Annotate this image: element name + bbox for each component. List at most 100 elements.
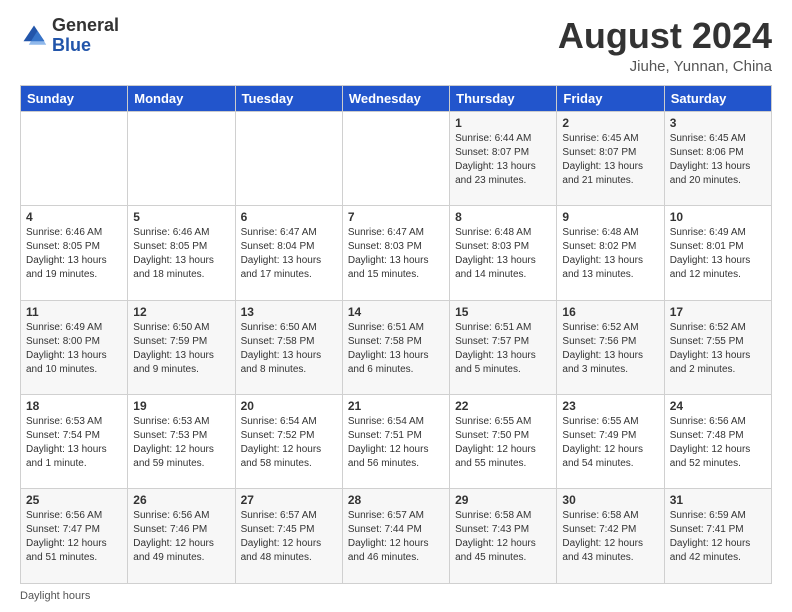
day-number: 3 bbox=[670, 116, 766, 130]
day-info: Sunrise: 6:56 AM Sunset: 7:47 PM Dayligh… bbox=[26, 509, 122, 565]
calendar-header-cell: Tuesday bbox=[235, 85, 342, 111]
day-number: 20 bbox=[241, 399, 337, 413]
day-number: 7 bbox=[348, 210, 444, 224]
day-info: Sunrise: 6:47 AM Sunset: 8:03 PM Dayligh… bbox=[348, 226, 444, 282]
day-number: 24 bbox=[670, 399, 766, 413]
day-number: 11 bbox=[26, 305, 122, 319]
logo-blue: Blue bbox=[52, 35, 91, 55]
day-number: 19 bbox=[133, 399, 229, 413]
day-number: 13 bbox=[241, 305, 337, 319]
calendar-day-cell: 23 Sunrise: 6:55 AM Sunset: 7:49 PM Dayli… bbox=[557, 395, 664, 489]
day-info: Sunrise: 6:50 AM Sunset: 7:58 PM Dayligh… bbox=[241, 321, 337, 377]
day-number: 28 bbox=[348, 493, 444, 507]
day-info: Sunrise: 6:45 AM Sunset: 8:06 PM Dayligh… bbox=[670, 132, 766, 188]
calendar-week-row: 1 Sunrise: 6:44 AM Sunset: 8:07 PM Daylig… bbox=[21, 111, 772, 205]
day-info: Sunrise: 6:52 AM Sunset: 7:55 PM Dayligh… bbox=[670, 321, 766, 377]
month-title: August 2024 bbox=[558, 16, 772, 56]
calendar-day-cell: 18Sunrise: 6:53 AM Sunset: 7:54 PM Dayli… bbox=[21, 395, 128, 489]
day-number: 21 bbox=[348, 399, 444, 413]
calendar-week-row: 4Sunrise: 6:46 AM Sunset: 8:05 PM Daylig… bbox=[21, 206, 772, 300]
calendar-day-cell: 5 Sunrise: 6:46 AM Sunset: 8:05 PM Daylig… bbox=[128, 206, 235, 300]
day-info: Sunrise: 6:47 AM Sunset: 8:04 PM Dayligh… bbox=[241, 226, 337, 282]
day-info: Sunrise: 6:46 AM Sunset: 8:05 PM Dayligh… bbox=[133, 226, 229, 282]
calendar-day-cell bbox=[128, 111, 235, 205]
day-info: Sunrise: 6:50 AM Sunset: 7:59 PM Dayligh… bbox=[133, 321, 229, 377]
calendar-day-cell: 16Sunrise: 6:52 AM Sunset: 7:56 PM Dayli… bbox=[557, 300, 664, 394]
calendar-day-cell: 20 Sunrise: 6:54 AM Sunset: 7:52 PM Dayli… bbox=[235, 395, 342, 489]
day-info: Sunrise: 6:57 AM Sunset: 7:45 PM Dayligh… bbox=[241, 509, 337, 565]
day-number: 10 bbox=[670, 210, 766, 224]
location: Jiuhe, Yunnan, China bbox=[558, 58, 772, 75]
calendar-day-cell: 17Sunrise: 6:52 AM Sunset: 7:55 PM Dayli… bbox=[664, 300, 771, 394]
day-info: Sunrise: 6:48 AM Sunset: 8:02 PM Dayligh… bbox=[562, 226, 658, 282]
calendar-day-cell: 31Sunrise: 6:59 AM Sunset: 7:41 PM Dayli… bbox=[664, 489, 771, 584]
day-info: Sunrise: 6:53 AM Sunset: 7:53 PM Dayligh… bbox=[133, 415, 229, 471]
calendar-day-cell: 4Sunrise: 6:46 AM Sunset: 8:05 PM Daylig… bbox=[21, 206, 128, 300]
logo-text: General Blue bbox=[52, 16, 119, 56]
calendar-day-cell: 24 Sunrise: 6:56 AM Sunset: 7:48 PM Dayli… bbox=[664, 395, 771, 489]
day-number: 25 bbox=[26, 493, 122, 507]
calendar-day-cell: 7 Sunrise: 6:47 AM Sunset: 8:03 PM Daylig… bbox=[342, 206, 449, 300]
day-info: Sunrise: 6:51 AM Sunset: 7:58 PM Dayligh… bbox=[348, 321, 444, 377]
day-info: Sunrise: 6:55 AM Sunset: 7:50 PM Dayligh… bbox=[455, 415, 551, 471]
calendar-day-cell: 30Sunrise: 6:58 AM Sunset: 7:42 PM Dayli… bbox=[557, 489, 664, 584]
day-number: 6 bbox=[241, 210, 337, 224]
calendar-day-cell: 1 Sunrise: 6:44 AM Sunset: 8:07 PM Daylig… bbox=[450, 111, 557, 205]
day-info: Sunrise: 6:55 AM Sunset: 7:49 PM Dayligh… bbox=[562, 415, 658, 471]
calendar-day-cell: 10 Sunrise: 6:49 AM Sunset: 8:01 PM Dayli… bbox=[664, 206, 771, 300]
calendar-day-cell: 15Sunrise: 6:51 AM Sunset: 7:57 PM Dayli… bbox=[450, 300, 557, 394]
day-info: Sunrise: 6:46 AM Sunset: 8:05 PM Dayligh… bbox=[26, 226, 122, 282]
day-number: 8 bbox=[455, 210, 551, 224]
calendar-day-cell bbox=[21, 111, 128, 205]
footer: Daylight hours bbox=[20, 590, 772, 602]
calendar-day-cell: 13 Sunrise: 6:50 AM Sunset: 7:58 PM Dayli… bbox=[235, 300, 342, 394]
day-number: 30 bbox=[562, 493, 658, 507]
calendar-day-cell: 14 Sunrise: 6:51 AM Sunset: 7:58 PM Dayli… bbox=[342, 300, 449, 394]
day-info: Sunrise: 6:48 AM Sunset: 8:03 PM Dayligh… bbox=[455, 226, 551, 282]
logo-icon bbox=[20, 22, 48, 50]
day-info: Sunrise: 6:54 AM Sunset: 7:52 PM Dayligh… bbox=[241, 415, 337, 471]
day-info: Sunrise: 6:52 AM Sunset: 7:56 PM Dayligh… bbox=[562, 321, 658, 377]
day-info: Sunrise: 6:58 AM Sunset: 7:43 PM Dayligh… bbox=[455, 509, 551, 565]
calendar-day-cell: 8 Sunrise: 6:48 AM Sunset: 8:03 PM Daylig… bbox=[450, 206, 557, 300]
day-number: 14 bbox=[348, 305, 444, 319]
calendar-week-row: 11 Sunrise: 6:49 AM Sunset: 8:00 PM Dayli… bbox=[21, 300, 772, 394]
calendar-header-cell: Thursday bbox=[450, 85, 557, 111]
calendar-day-cell: 3 Sunrise: 6:45 AM Sunset: 8:06 PM Daylig… bbox=[664, 111, 771, 205]
day-number: 26 bbox=[133, 493, 229, 507]
day-number: 27 bbox=[241, 493, 337, 507]
day-number: 1 bbox=[455, 116, 551, 130]
calendar-header-cell: Wednesday bbox=[342, 85, 449, 111]
calendar-header-cell: Sunday bbox=[21, 85, 128, 111]
header: General Blue August 2024 Jiuhe, Yunnan, … bbox=[20, 16, 772, 75]
day-info: Sunrise: 6:59 AM Sunset: 7:41 PM Dayligh… bbox=[670, 509, 766, 565]
day-info: Sunrise: 6:44 AM Sunset: 8:07 PM Dayligh… bbox=[455, 132, 551, 188]
day-info: Sunrise: 6:49 AM Sunset: 8:00 PM Dayligh… bbox=[26, 321, 122, 377]
calendar-week-row: 18Sunrise: 6:53 AM Sunset: 7:54 PM Dayli… bbox=[21, 395, 772, 489]
calendar-day-cell bbox=[235, 111, 342, 205]
logo: General Blue bbox=[20, 16, 119, 56]
day-number: 23 bbox=[562, 399, 658, 413]
calendar-day-cell: 9Sunrise: 6:48 AM Sunset: 8:02 PM Daylig… bbox=[557, 206, 664, 300]
calendar-header-cell: Monday bbox=[128, 85, 235, 111]
day-number: 2 bbox=[562, 116, 658, 130]
day-info: Sunrise: 6:56 AM Sunset: 7:46 PM Dayligh… bbox=[133, 509, 229, 565]
calendar-day-cell: 25 Sunrise: 6:56 AM Sunset: 7:47 PM Dayli… bbox=[21, 489, 128, 584]
logo-general: General bbox=[52, 15, 119, 35]
day-number: 18 bbox=[26, 399, 122, 413]
day-number: 29 bbox=[455, 493, 551, 507]
calendar-header-cell: Saturday bbox=[664, 85, 771, 111]
day-info: Sunrise: 6:56 AM Sunset: 7:48 PM Dayligh… bbox=[670, 415, 766, 471]
day-number: 5 bbox=[133, 210, 229, 224]
calendar-day-cell: 27 Sunrise: 6:57 AM Sunset: 7:45 PM Dayli… bbox=[235, 489, 342, 584]
day-number: 15 bbox=[455, 305, 551, 319]
title-block: August 2024 Jiuhe, Yunnan, China bbox=[558, 16, 772, 75]
day-info: Sunrise: 6:54 AM Sunset: 7:51 PM Dayligh… bbox=[348, 415, 444, 471]
calendar-day-cell: 19 Sunrise: 6:53 AM Sunset: 7:53 PM Dayli… bbox=[128, 395, 235, 489]
day-number: 12 bbox=[133, 305, 229, 319]
calendar-week-row: 25 Sunrise: 6:56 AM Sunset: 7:47 PM Dayli… bbox=[21, 489, 772, 584]
calendar-day-cell: 11 Sunrise: 6:49 AM Sunset: 8:00 PM Dayli… bbox=[21, 300, 128, 394]
page: General Blue August 2024 Jiuhe, Yunnan, … bbox=[0, 0, 792, 612]
footer-label: Daylight hours bbox=[20, 590, 90, 602]
day-info: Sunrise: 6:49 AM Sunset: 8:01 PM Dayligh… bbox=[670, 226, 766, 282]
